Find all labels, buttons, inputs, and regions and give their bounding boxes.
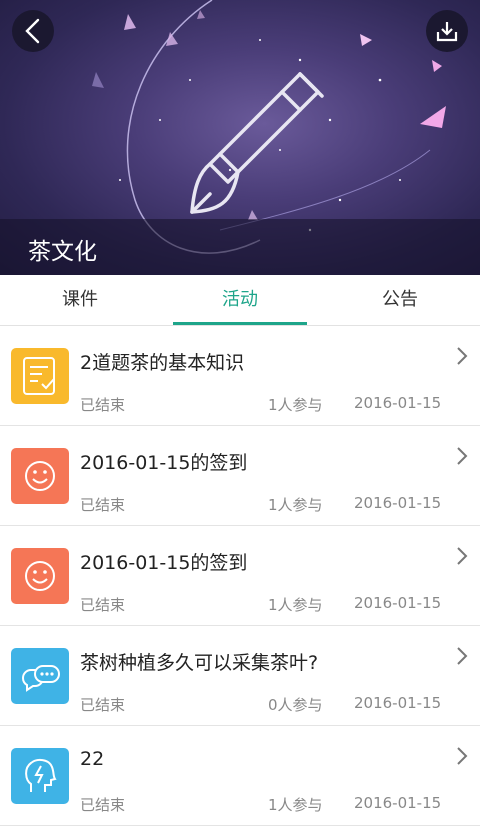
course-title: 茶文化 <box>28 239 97 265</box>
course-banner: 茶文化 <box>0 0 480 275</box>
activity-date: 2016-01-15 <box>354 394 442 412</box>
activity-date: 2016-01-15 <box>354 694 442 712</box>
list-item[interactable]: 2016-01-15的签到 已结束 1人参与 2016-01-15 <box>0 426 480 526</box>
tab-activities[interactable]: 活动 <box>173 275 307 325</box>
activity-status: 已结束 <box>80 796 126 814</box>
activity-title: 22 <box>80 748 105 770</box>
brainstorm-icon <box>11 748 69 804</box>
active-tab-indicator <box>173 322 307 325</box>
participant-count: 1人参与 <box>268 796 323 814</box>
activity-title: 茶树种植多久可以采集茶叶? <box>80 652 319 674</box>
chevron-right-icon <box>457 547 468 565</box>
activity-list: 2道题茶的基本知识 已结束 1人参与 2016-01-15 2016-01-15… <box>0 326 480 826</box>
activity-date: 2016-01-15 <box>354 494 442 512</box>
participant-count: 1人参与 <box>268 496 323 514</box>
discussion-icon <box>11 648 69 704</box>
activity-title: 2道题茶的基本知识 <box>80 352 245 374</box>
activity-date: 2016-01-15 <box>354 594 442 612</box>
activity-status: 已结束 <box>80 396 126 414</box>
list-item[interactable]: 2道题茶的基本知识 已结束 1人参与 2016-01-15 <box>0 326 480 426</box>
chevron-right-icon <box>457 647 468 665</box>
participant-count: 1人参与 <box>268 396 323 414</box>
list-item[interactable]: 22 已结束 1人参与 2016-01-15 <box>0 726 480 826</box>
chevron-right-icon <box>457 747 468 765</box>
back-button[interactable] <box>12 10 54 52</box>
tab-courseware[interactable]: 课件 <box>13 275 147 325</box>
tab-bar: 课件 活动 公告 <box>0 275 480 326</box>
smiley-icon <box>11 548 69 604</box>
activity-date: 2016-01-15 <box>354 794 442 812</box>
activity-status: 已结束 <box>80 696 126 714</box>
download-icon <box>436 22 458 42</box>
participant-count: 1人参与 <box>268 596 323 614</box>
chevron-right-icon <box>457 447 468 465</box>
participant-count: 0人参与 <box>268 696 323 714</box>
course-title-strip: 茶文化 <box>0 219 480 275</box>
back-arrow-icon <box>25 18 40 44</box>
chevron-right-icon <box>457 347 468 365</box>
activity-title: 2016-01-15的签到 <box>80 552 248 574</box>
download-button[interactable] <box>426 10 468 52</box>
activity-status: 已结束 <box>80 596 126 614</box>
list-item[interactable]: 2016-01-15的签到 已结束 1人参与 2016-01-15 <box>0 526 480 626</box>
activity-title: 2016-01-15的签到 <box>80 452 248 474</box>
quiz-icon <box>11 348 69 404</box>
activity-status: 已结束 <box>80 496 126 514</box>
smiley-icon <box>11 448 69 504</box>
list-item[interactable]: 茶树种植多久可以采集茶叶? 已结束 0人参与 2016-01-15 <box>0 626 480 726</box>
tab-announcements[interactable]: 公告 <box>333 275 467 325</box>
